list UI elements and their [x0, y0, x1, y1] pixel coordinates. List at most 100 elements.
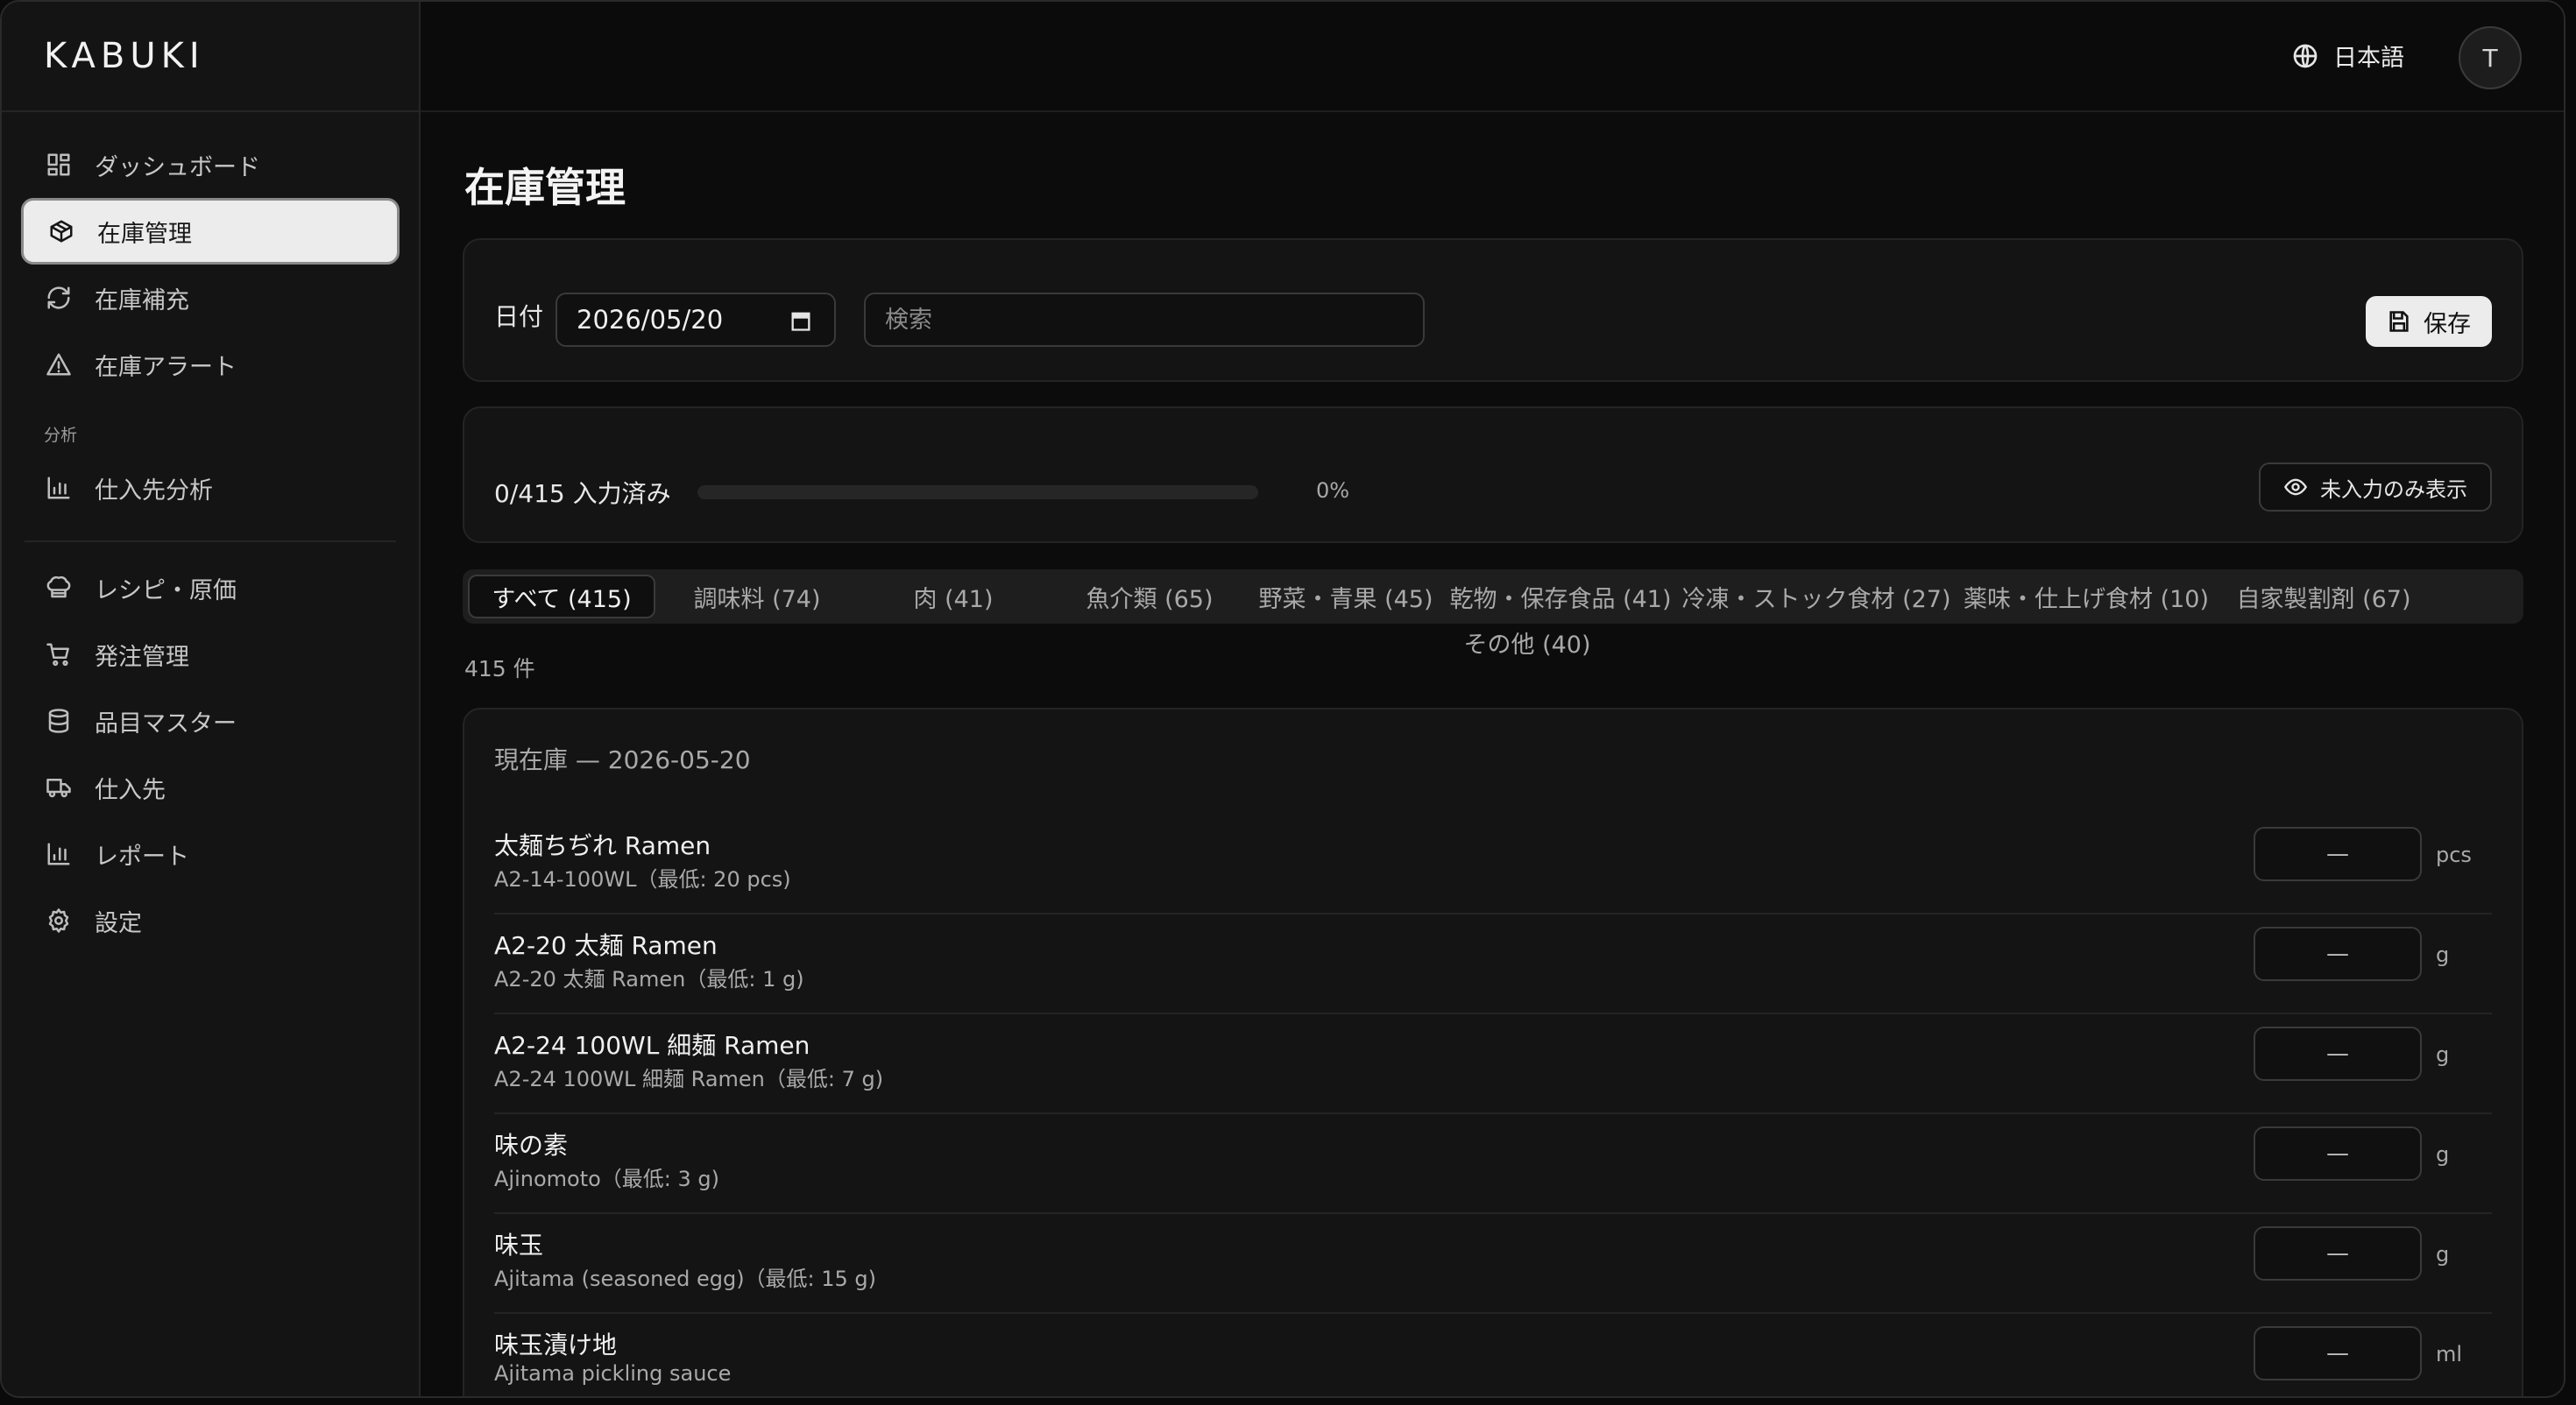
item-subtitle: A2-24 100WL 細麺 Ramen（最低: 7 g) [494, 1067, 884, 1091]
item-subtitle: A2-14-100WL（最低: 20 pcs) [494, 867, 791, 892]
tab-all[interactable]: すべて (415) [468, 575, 655, 618]
tab-vegetables[interactable]: 野菜・青果 (45) [1253, 575, 1439, 618]
progress-text: 0/415 入力済み [494, 479, 671, 508]
inventory-list-card: 現在庫 — 2026-05-20 太麺ちぢれ Ramen A2-14-100WL… [463, 708, 2523, 1396]
sidebar-item-inventory[interactable]: 在庫管理 [21, 198, 400, 265]
item-unit: pcs [2436, 843, 2472, 867]
app-window: KABUKI ダッシュボード 在庫管理 在庫補充 在庫アラート 分析 仕入先分析… [0, 0, 2565, 1398]
item-unit: g [2436, 943, 2450, 967]
item-name: A2-20 太麺 Ramen [494, 931, 718, 960]
date-label: 日付 [494, 302, 544, 331]
progress-card: 0/415 入力済み 0% 未入力のみ表示 [463, 406, 2523, 543]
search-input[interactable] [864, 293, 1425, 347]
item-name: A2-24 100WL 細麺 Ramen [494, 1031, 810, 1060]
cart-icon [44, 639, 74, 669]
tab-seafood[interactable]: 魚介類 (65) [1057, 575, 1242, 618]
tab-house-blends[interactable]: 自家製割剤 (67) [2220, 575, 2427, 618]
item-unit: g [2436, 1042, 2450, 1067]
inventory-rows: 太麺ちぢれ Ramen A2-14-100WL（最低: 20 pcs) — pc… [494, 815, 2492, 1396]
sidebar-item-item-master[interactable]: 品目マスター [21, 688, 400, 754]
sidebar-item-restock[interactable]: 在庫補充 [21, 265, 400, 331]
sidebar-item-label: 設定 [95, 909, 142, 937]
item-subtitle: Ajitama pickling sauce [494, 1361, 732, 1386]
sidebar: KABUKI ダッシュボード 在庫管理 在庫補充 在庫アラート 分析 仕入先分析… [2, 2, 421, 1396]
list-title: 現在庫 — 2026-05-20 [494, 745, 751, 774]
category-tabs: すべて (415) 調味料 (74) 肉 (41) 魚介類 (65) 野菜・青果… [463, 569, 2523, 624]
language-switcher[interactable]: 日本語 [2291, 39, 2404, 73]
globe-icon [2293, 44, 2318, 67]
main-content: 在庫管理 日付 2026/05/20 保存 0/415 入力済み 0% [421, 112, 2564, 1396]
table-row: 味玉漬け地 Ajitama pickling sauce — ml [494, 1314, 2492, 1396]
show-unfilled-only-button[interactable]: 未入力のみ表示 [2259, 462, 2492, 512]
quantity-input[interactable]: — [2254, 927, 2422, 981]
date-value: 2026/05/20 [577, 305, 724, 335]
quantity-input[interactable]: — [2254, 1226, 2422, 1281]
sidebar-item-label: レポート [95, 843, 189, 871]
tab-meat[interactable]: 肉 (41) [860, 575, 1046, 618]
show-unfilled-only-label: 未入力のみ表示 [2320, 477, 2467, 502]
chef-hat-icon [44, 573, 74, 603]
item-name: 味の素 [494, 1131, 569, 1160]
truck-icon [44, 773, 74, 802]
sidebar-item-orders[interactable]: 発注管理 [21, 621, 400, 688]
sidebar-item-supplier-analysis[interactable]: 仕入先分析 [21, 455, 400, 521]
refresh-icon [44, 283, 74, 313]
avatar[interactable]: T [2459, 26, 2522, 89]
result-count: 415 件 [464, 656, 535, 681]
item-name: 太麺ちぢれ Ramen [494, 831, 711, 860]
sidebar-item-alerts[interactable]: 在庫アラート [21, 331, 400, 398]
sidebar-item-settings[interactable]: 設定 [21, 887, 400, 954]
sidebar-item-label: 仕入先 [95, 776, 166, 804]
page-title: 在庫管理 [464, 164, 626, 211]
sidebar-item-dashboard[interactable]: ダッシュボード [21, 131, 400, 198]
table-row: A2-24 100WL 細麺 Ramen A2-24 100WL 細麺 Rame… [494, 1014, 2492, 1114]
quantity-input[interactable]: — [2254, 1027, 2422, 1081]
sidebar-item-suppliers[interactable]: 仕入先 [21, 754, 400, 821]
database-icon [44, 706, 74, 736]
sidebar-item-reports[interactable]: レポート [21, 821, 400, 887]
bar-chart-icon [44, 473, 74, 503]
box-icon [46, 216, 76, 246]
save-icon [2389, 311, 2409, 332]
item-unit: g [2436, 1242, 2450, 1267]
sidebar-item-label: 品目マスター [95, 710, 237, 738]
quantity-input[interactable]: — [2254, 827, 2422, 881]
table-row: 味の素 Ajinomoto（最低: 3 g) — g [494, 1114, 2492, 1214]
sidebar-item-recipes[interactable]: レシピ・原価 [21, 554, 400, 621]
item-name: 味玉 [494, 1231, 544, 1260]
quantity-input[interactable]: — [2254, 1126, 2422, 1181]
filter-card: 日付 2026/05/20 保存 [463, 238, 2523, 382]
table-row: 味玉 Ajitama (seasoned egg)（最低: 15 g) — g [494, 1214, 2492, 1314]
sidebar-item-label: 在庫補充 [95, 286, 189, 314]
table-row: A2-20 太麺 Ramen A2-20 太麺 Ramen（最低: 1 g) —… [494, 914, 2492, 1014]
sidebar-item-label: 仕入先分析 [95, 477, 213, 505]
brand-logo[interactable]: KABUKI [2, 2, 419, 112]
sidebar-item-label: 在庫管理 [97, 220, 192, 248]
tab-condiments[interactable]: 薬味・仕上げ食材 (10) [1959, 575, 2213, 618]
progress-percent: 0% [1316, 478, 1350, 503]
language-label: 日本語 [2333, 45, 2404, 72]
tab-seasonings[interactable]: 調味料 (74) [664, 575, 850, 618]
sidebar-item-label: レシピ・原価 [95, 576, 237, 604]
dashboard-icon [44, 150, 74, 180]
tab-dry-goods[interactable]: 乾物・保存食品 (41) [1447, 575, 1674, 618]
tab-frozen-stock[interactable]: 冷凍・ストック食材 (27) [1682, 575, 1951, 618]
eye-icon [2283, 478, 2308, 496]
item-subtitle: Ajitama (seasoned egg)（最低: 15 g) [494, 1267, 877, 1291]
gear-icon [44, 906, 74, 935]
sidebar-section-analysis: 分析 [44, 426, 78, 445]
warning-icon [44, 349, 74, 379]
sidebar-divider [25, 540, 396, 542]
item-unit: ml [2436, 1342, 2463, 1366]
sidebar-nav: ダッシュボード 在庫管理 在庫補充 在庫アラート 分析 仕入先分析 レシピ・原価… [2, 112, 419, 973]
tab-other[interactable]: その他 (40) [421, 625, 2564, 660]
save-button-label: 保存 [2424, 310, 2471, 338]
date-input[interactable]: 2026/05/20 [556, 293, 836, 347]
quantity-input[interactable]: — [2254, 1326, 2422, 1380]
top-bar: 日本語 T [421, 2, 2564, 112]
calendar-icon[interactable] [789, 308, 813, 333]
report-chart-icon [44, 839, 74, 869]
item-subtitle: A2-20 太麺 Ramen（最低: 1 g) [494, 967, 804, 992]
sidebar-item-label: 発注管理 [95, 643, 189, 671]
save-button[interactable]: 保存 [2366, 296, 2492, 347]
